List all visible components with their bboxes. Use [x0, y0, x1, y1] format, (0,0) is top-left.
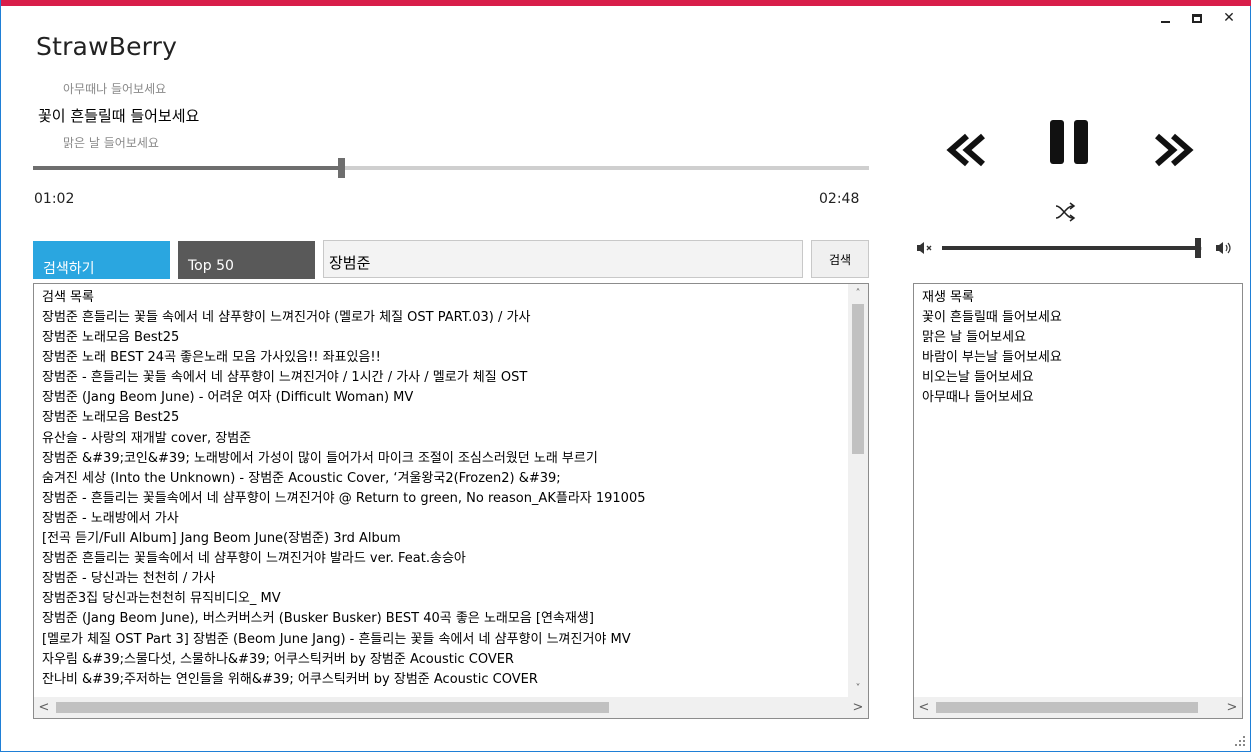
results-vertical-scroll-thumb[interactable] [852, 304, 864, 454]
playlist-header: 재생 목록 [922, 290, 974, 305]
scroll-right-button[interactable]: > [1222, 697, 1242, 718]
scroll-up-button[interactable]: ˄ [848, 284, 868, 302]
elapsed-time: 01:02 [34, 191, 75, 207]
search-result-item[interactable]: 잔나비 &#39;주저하는 연인들을 위해&#39; 어쿠스틱커버 by 장범준… [42, 670, 847, 690]
chevron-up-icon: ˄ [855, 287, 861, 299]
rewind-icon [946, 133, 985, 167]
playlist-rows: 꽃이 흔들릴때 들어보세요 맑은 날 들어보세요 바람이 부는날 들어보세요 비오는날… [922, 308, 1242, 408]
search-result-item[interactable]: 장범준3집 당신과는천천히 뮤직비디오_ MV [42, 589, 847, 609]
search-result-item[interactable]: 장범준 - 흔들리는 꽃들 속에서 네 샴푸향이 느껴진거야 / 1시간 / 가… [42, 368, 847, 388]
search-result-item[interactable]: 장범준 - 노래방에서 가사 [42, 509, 847, 529]
total-time: 02:48 [819, 191, 860, 207]
seek-progress [33, 166, 342, 170]
volume-mute-icon [917, 242, 932, 254]
search-result-item[interactable]: 장범준 (Jang Beom June), 버스커버스커 (Busker Bus… [42, 609, 847, 629]
playlist-item[interactable]: 꽃이 흔들릴때 들어보세요 [922, 308, 1242, 328]
search-result-item[interactable]: 장범준 흔들리는 꽃들속에서 네 샴푸향이 느껴진거야 발라드 ver. Fea… [42, 549, 847, 569]
minimize-button[interactable] [1158, 10, 1172, 26]
search-result-item[interactable]: [멜로가 체질 OST Part 3] 장범준 (Beom June Jang)… [42, 630, 847, 650]
playlist-item[interactable]: 비오는날 들어보세요 [922, 368, 1242, 388]
search-results-list[interactable]: 검색 목록 장범준 흔들리는 꽃들 속에서 네 샴푸향이 느껴진거야 (멜로가 … [33, 283, 869, 719]
fast-forward-icon [1155, 133, 1194, 167]
close-icon: ✕ [1223, 10, 1235, 26]
playlist[interactable]: 재생 목록 꽃이 흔들릴때 들어보세요 맑은 날 들어보세요 바람이 부는날 들어보… [913, 283, 1243, 719]
results-horizontal-scrollbar[interactable]: < > [34, 697, 868, 718]
search-result-item[interactable]: 장범준 노래 BEST 24곡 좋은노래 모음 가사있음!! 좌표있음!! [42, 348, 847, 368]
search-results-rows: 장범준 흔들리는 꽃들 속에서 네 샴푸향이 느껴진거야 (멜로가 체질 OST… [42, 308, 847, 690]
search-button[interactable]: 검색 [811, 240, 869, 278]
results-horizontal-scroll-thumb[interactable] [56, 702, 609, 713]
seek-slider[interactable] [33, 158, 869, 178]
playlist-horizontal-scroll-thumb[interactable] [936, 702, 1198, 713]
search-result-item[interactable]: 장범준 노래모음 Best25 [42, 408, 847, 428]
volume-thumb[interactable] [1195, 238, 1202, 258]
chevron-left-icon: < [38, 700, 50, 715]
scroll-down-button[interactable]: ˅ [848, 679, 868, 697]
scroll-right-button[interactable]: > [848, 697, 868, 718]
search-result-item[interactable]: 장범준 흔들리는 꽃들 속에서 네 샴푸향이 느껴진거야 (멜로가 체질 OST… [42, 308, 847, 328]
playlist-item[interactable]: 아무때나 들어보세요 [922, 388, 1242, 408]
playlist-item[interactable]: 맑은 날 들어보세요 [922, 328, 1242, 348]
tab-top50[interactable]: Top 50 [178, 241, 315, 279]
volume-max-button[interactable] [1214, 240, 1236, 256]
previous-button[interactable] [941, 130, 993, 170]
search-input[interactable] [323, 240, 803, 278]
search-result-item[interactable]: 장범준 - 흔들리는 꽃들속에서 네 샴푸향이 느껴진거야 @ Return t… [42, 489, 847, 509]
volume-up-icon [1216, 242, 1231, 254]
chevron-right-icon: > [852, 700, 864, 715]
search-result-item[interactable]: 장범준 노래모음 Best25 [42, 328, 847, 348]
tab-search[interactable]: 검색하기 [33, 241, 170, 279]
playlist-horizontal-scrollbar[interactable]: < > [914, 697, 1242, 718]
chevron-down-icon: ˅ [855, 682, 861, 694]
chevron-right-icon: > [1226, 700, 1238, 715]
resize-grip-icon[interactable] [1234, 735, 1246, 747]
next-button[interactable] [1147, 130, 1199, 170]
search-result-item[interactable]: [전곡 듣기/Full Album] Jang Beom June(장범준) 3… [42, 529, 847, 549]
search-results-header: 검색 목록 [42, 290, 94, 305]
app-window: ✕ StrawBerry 아무때나 들어보세요 꽃이 흔들릴때 들어보세요 맑은… [0, 0, 1251, 752]
search-result-item[interactable]: 장범준 (Jang Beom June) - 어려운 여자 (Difficult… [42, 388, 847, 408]
scroll-left-button[interactable]: < [34, 697, 54, 718]
minimize-icon [1160, 21, 1170, 23]
next-track-label: 맑은 날 들어보세요 [63, 136, 159, 150]
volume-slider[interactable] [942, 238, 1202, 258]
search-result-item[interactable]: 장범준 &#39;코인&#39; 노래방에서 가성이 많이 들어가서 마이크 조… [42, 449, 847, 469]
title-accent-bar [1, 0, 1251, 6]
search-result-item[interactable]: 장범준 - 당신과는 천천히 / 가사 [42, 569, 847, 589]
search-result-item[interactable]: 자우림 &#39;스물다섯, 스물하나&#39; 어쿠스틱커버 by 장범준 A… [42, 650, 847, 670]
shuffle-button[interactable] [1051, 198, 1079, 226]
volume-level [942, 246, 1199, 250]
chevron-left-icon: < [918, 700, 930, 715]
pause-button[interactable] [1046, 118, 1094, 168]
maximize-button[interactable] [1190, 10, 1204, 26]
results-vertical-scrollbar[interactable]: ˄ ˅ [848, 284, 868, 697]
volume-mute-button[interactable] [915, 240, 937, 256]
playlist-item[interactable]: 바람이 부는날 들어보세요 [922, 348, 1242, 368]
window-controls: ✕ [1158, 10, 1236, 26]
app-title: StrawBerry [36, 32, 178, 61]
previous-track-label: 아무때나 들어보세요 [63, 82, 167, 96]
close-button[interactable]: ✕ [1222, 10, 1236, 26]
search-result-item[interactable]: 숨겨진 세상 (Into the Unknown) - 장범준 Acoustic… [42, 469, 847, 489]
scroll-left-button[interactable]: < [914, 697, 934, 718]
current-track-label: 꽃이 흔들릴때 들어보세요 [38, 107, 200, 125]
playlist-viewport: 재생 목록 꽃이 흔들릴때 들어보세요 맑은 날 들어보세요 바람이 부는날 들어보… [914, 284, 1242, 697]
maximize-icon [1192, 13, 1202, 23]
search-results-viewport: 검색 목록 장범준 흔들리는 꽃들 속에서 네 샴푸향이 느껴진거야 (멜로가 … [34, 284, 847, 697]
shuffle-icon [1055, 202, 1076, 222]
pause-icon [1050, 120, 1088, 164]
search-result-item[interactable]: 유산슬 - 사랑의 재개발 cover, 장범준 [42, 429, 847, 449]
seek-thumb[interactable] [338, 158, 346, 178]
